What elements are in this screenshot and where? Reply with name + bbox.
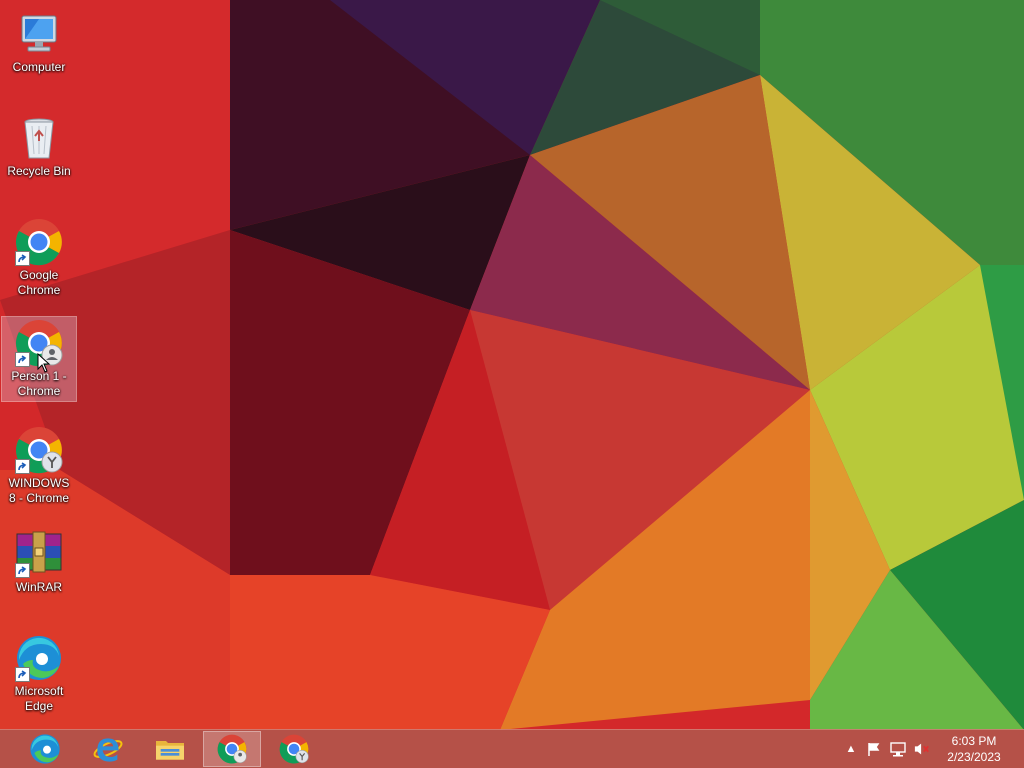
clock-date: 2/23/2023 bbox=[947, 750, 1001, 764]
shortcut-arrow-icon bbox=[15, 352, 30, 367]
recycle-bin-icon bbox=[15, 114, 63, 162]
desktop-icon-microsoft-edge[interactable]: Microsoft Edge bbox=[2, 628, 76, 717]
taskbar: ▲ 6:03 PM 2/23/2023 bbox=[0, 729, 1024, 768]
clock-time: 6:03 PM bbox=[951, 734, 997, 748]
taskbar-button-google-chrome[interactable] bbox=[203, 731, 261, 767]
desktop-wallpaper bbox=[0, 0, 1024, 768]
taskbar-button-internet-explorer[interactable] bbox=[79, 731, 137, 767]
desktop-icon-label: Google Chrome bbox=[17, 268, 61, 297]
taskbar-clock[interactable]: 6:03 PM 2/23/2023 bbox=[938, 733, 1010, 765]
edge-icon bbox=[30, 734, 60, 764]
network-icon[interactable] bbox=[890, 740, 906, 758]
desktop-icon-label: WINDOWS 8 - Chrome bbox=[8, 476, 70, 505]
desktop-icon-winrar[interactable]: WinRAR bbox=[2, 524, 76, 598]
ie-icon bbox=[93, 738, 123, 762]
chrome-icon bbox=[217, 734, 247, 764]
edge-icon bbox=[15, 634, 63, 682]
desktop-icon-label: WinRAR bbox=[15, 580, 62, 594]
desktop-icon-label: Computer bbox=[12, 60, 66, 74]
desktop-icon-label: Recycle Bin bbox=[7, 164, 71, 178]
shortcut-arrow-icon bbox=[15, 459, 30, 474]
taskbar-button-edge[interactable] bbox=[16, 731, 74, 767]
winrar-icon bbox=[15, 530, 63, 578]
desktop-icon-google-chrome[interactable]: Google Chrome bbox=[2, 212, 76, 301]
chrome-profile-icon bbox=[15, 426, 63, 474]
desktop-icon-computer[interactable]: Computer bbox=[2, 4, 76, 78]
desktop-icon-recycle-bin[interactable]: Recycle Bin bbox=[2, 108, 76, 182]
mouse-cursor-icon bbox=[37, 353, 51, 373]
shortcut-arrow-icon bbox=[15, 667, 30, 682]
action-center-flag-icon[interactable] bbox=[866, 740, 882, 758]
show-hidden-icon[interactable]: ▲ bbox=[843, 740, 859, 758]
shortcut-arrow-icon bbox=[15, 563, 30, 578]
taskbar-button-chrome-profile[interactable] bbox=[265, 731, 323, 767]
computer-icon bbox=[15, 10, 63, 58]
volume-muted-icon[interactable] bbox=[914, 740, 930, 758]
taskbar-button-file-explorer[interactable] bbox=[141, 731, 199, 767]
desktop-icon-label: Person 1 - Chrome bbox=[11, 369, 67, 398]
chrome-icon bbox=[15, 218, 63, 266]
desktop-icon-windows-8-chrome[interactable]: WINDOWS 8 - Chrome bbox=[2, 420, 76, 509]
folder-icon bbox=[156, 741, 184, 760]
desktop-icon-label: Microsoft Edge bbox=[14, 684, 64, 713]
chrome-profile-icon bbox=[279, 734, 309, 764]
shortcut-arrow-icon bbox=[15, 251, 30, 266]
